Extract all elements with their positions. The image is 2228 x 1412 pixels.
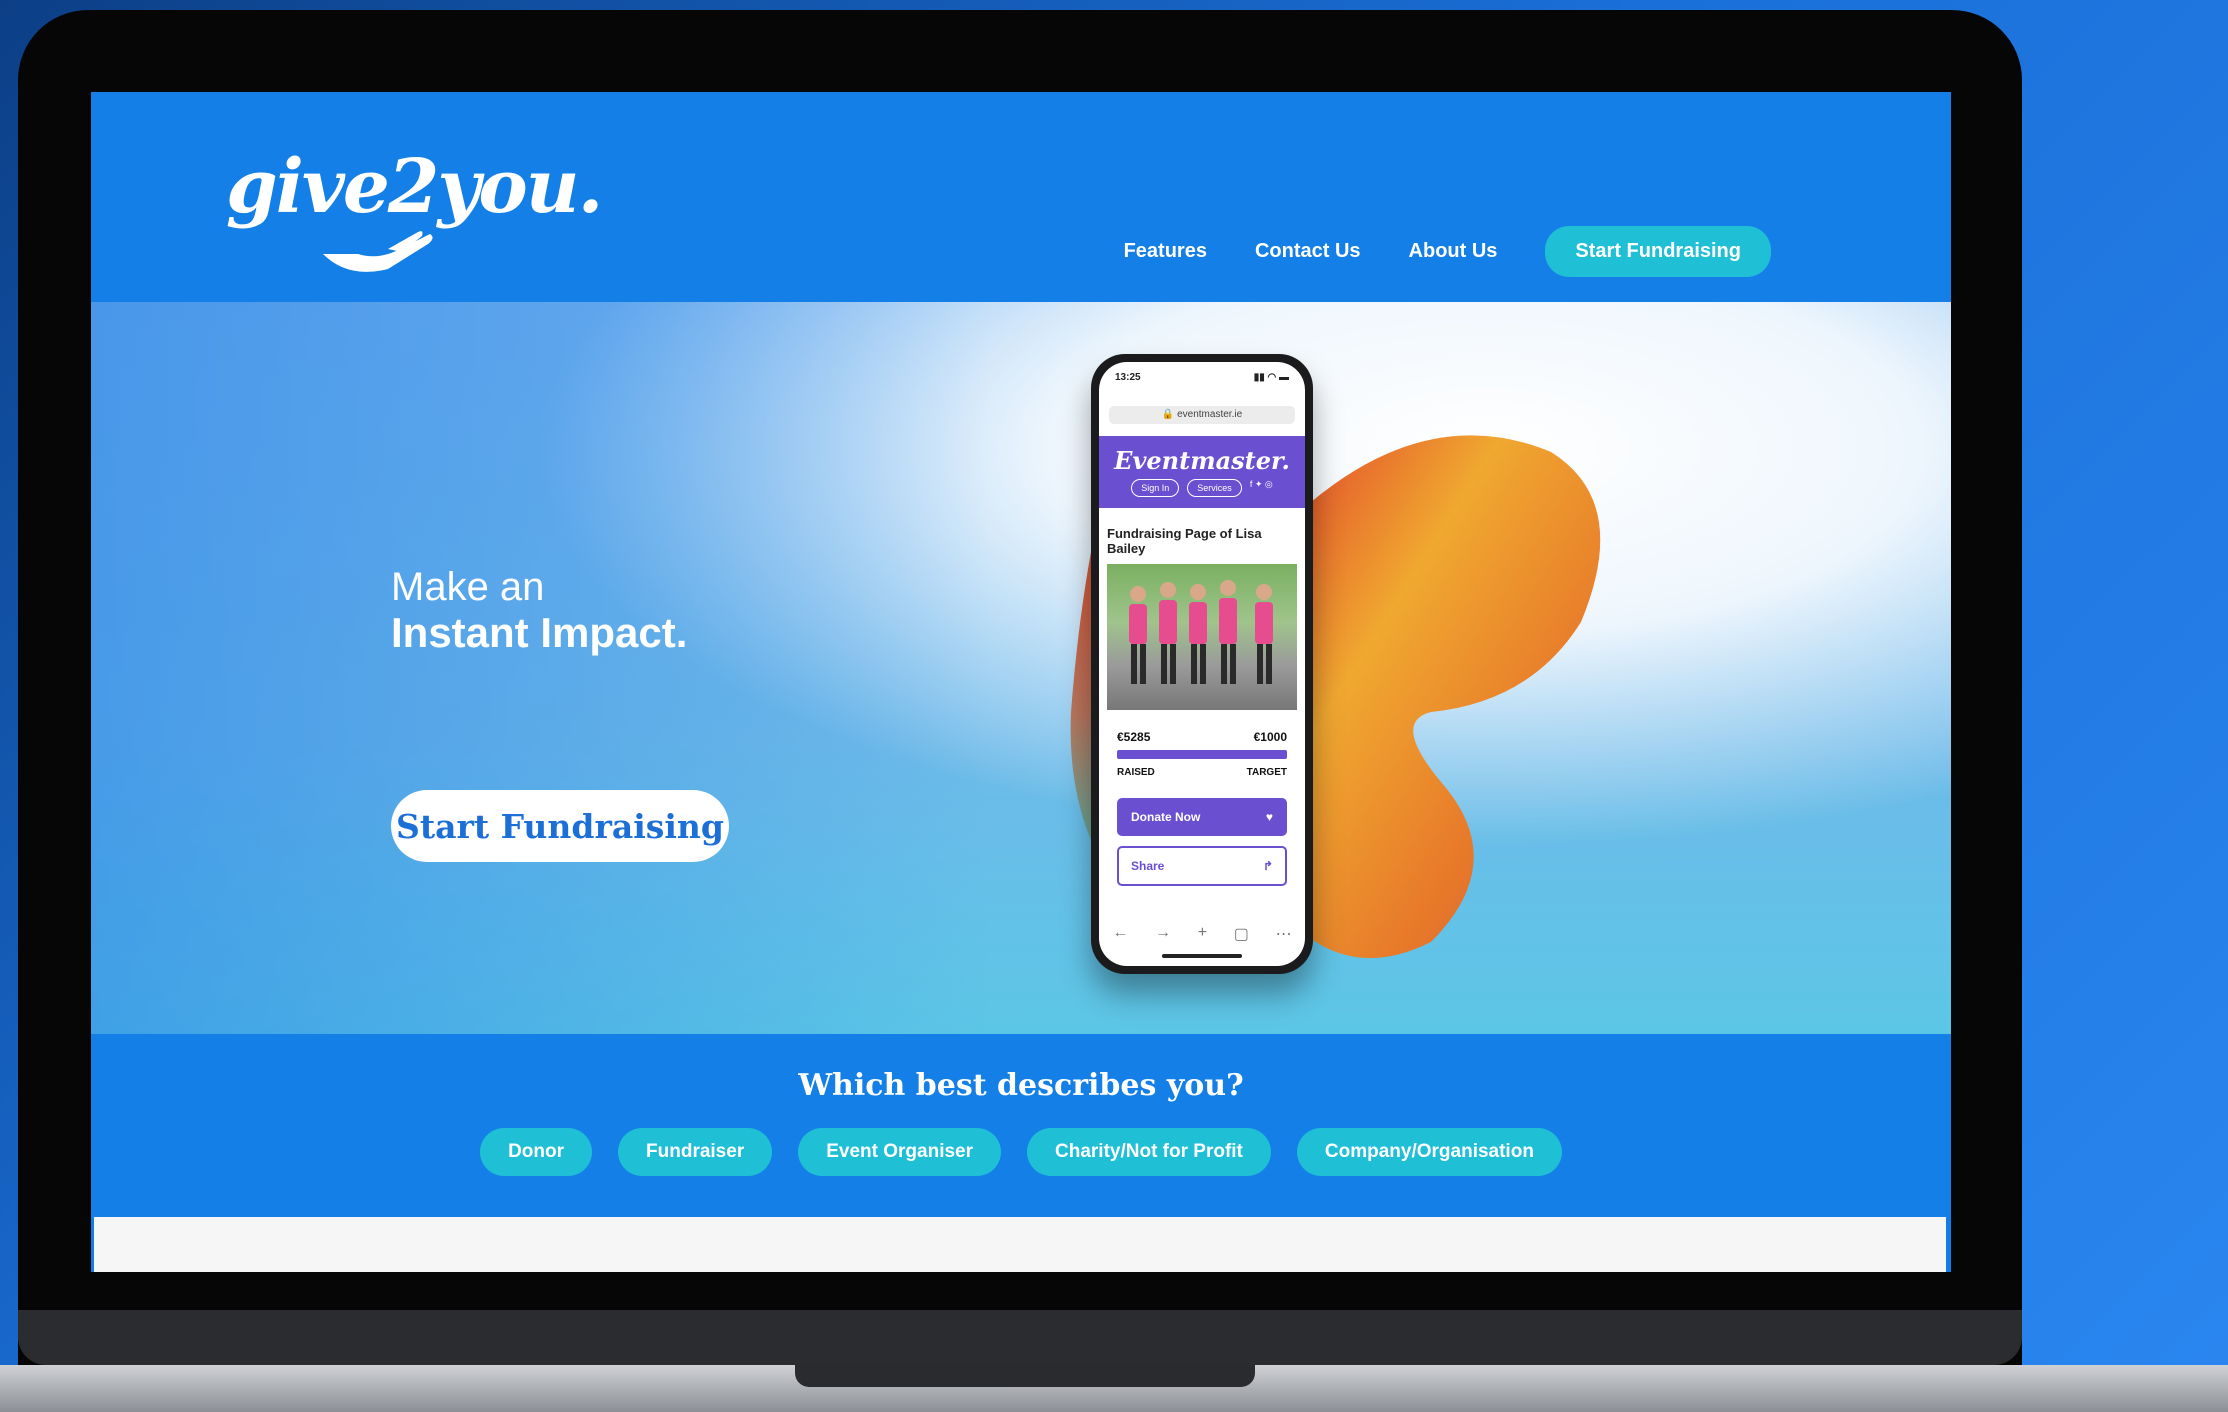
describe-section: Which best describes you? Donor Fundrais…: [91, 1034, 1951, 1217]
site-header: give2you. Features Contact Us About Us S…: [91, 92, 1951, 302]
back-icon: ←: [1112, 924, 1129, 941]
signal-icon: ▮▮ ◠ ▬: [1253, 372, 1289, 383]
hands-icon: [323, 231, 433, 272]
nav-contact-us[interactable]: Contact Us: [1255, 240, 1361, 263]
phone-brand-header: Eventmaster. Sign In Services f ✦ ◎: [1099, 436, 1305, 508]
phone-url-bar: 🔒 eventmaster.ie: [1109, 406, 1295, 424]
phone-amounts: €5285 €1000: [1099, 710, 1305, 750]
phone-amount-labels: RAISED TARGET: [1099, 759, 1305, 786]
hero-section: Make an Instant Impact. Start Fundraisin…: [91, 302, 1951, 1034]
more-icon: ⋯: [1275, 926, 1292, 943]
option-donor[interactable]: Donor: [480, 1128, 593, 1176]
laptop-hinge: [18, 1310, 2022, 1365]
runners-image: [1129, 580, 1273, 684]
hero-headline: Make an Instant Impact.: [391, 564, 687, 656]
raised-amount: €5285: [1117, 730, 1151, 744]
share-label: Share: [1131, 859, 1165, 873]
donate-label: Donate Now: [1131, 810, 1201, 824]
phone-sign-in: Sign In: [1131, 479, 1180, 497]
option-fundraiser[interactable]: Fundraiser: [618, 1128, 773, 1176]
laptop-notch: [795, 1365, 1255, 1387]
page-bottom-strip: [94, 1217, 1946, 1272]
headline-line1: Make an: [391, 565, 545, 609]
phone-screen: 13:25 ▮▮ ◠ ▬ 🔒 eventmaster.ie Eventmaste…: [1099, 362, 1305, 966]
website-screen: give2you. Features Contact Us About Us S…: [91, 92, 1951, 1272]
option-event-organiser[interactable]: Event Organiser: [798, 1128, 1001, 1176]
phone-runners-photo: [1107, 564, 1297, 710]
headline-line2: Instant Impact.: [391, 609, 688, 656]
target-amount: €1000: [1253, 730, 1287, 744]
phone-brand-pills: Sign In Services f ✦ ◎: [1099, 479, 1305, 497]
tabs-icon: ▢: [1233, 926, 1249, 943]
logo-text: give2you.: [226, 144, 603, 230]
lock-icon: 🔒: [1161, 409, 1175, 420]
nav-about-us[interactable]: About Us: [1409, 240, 1498, 263]
nav-start-fundraising-button[interactable]: Start Fundraising: [1545, 226, 1771, 277]
heart-icon: ♥: [1265, 810, 1273, 824]
phone-browser-toolbar: ← → + ▢ ⋯: [1099, 924, 1305, 944]
phone-page-title: Fundraising Page of Lisa Bailey: [1107, 526, 1262, 556]
share-arrow-icon: ↱: [1262, 859, 1273, 873]
forward-icon: →: [1155, 924, 1172, 941]
plus-icon: +: [1197, 924, 1208, 941]
progress-bar: [1117, 750, 1287, 759]
logo[interactable]: give2you.: [226, 124, 603, 289]
describe-options: Donor Fundraiser Event Organiser Charity…: [91, 1128, 1951, 1176]
raised-label: RAISED: [1117, 767, 1155, 778]
main-nav: Features Contact Us About Us Start Fundr…: [1124, 226, 1771, 277]
phone-url: eventmaster.ie: [1177, 409, 1243, 420]
phone-donate-button: Donate Now ♥: [1117, 798, 1287, 836]
nav-features[interactable]: Features: [1124, 240, 1207, 263]
hero-tint: [91, 302, 991, 1034]
phone-services: Services: [1187, 479, 1242, 497]
phone-brand-name: Eventmaster.: [1114, 446, 1290, 475]
social-icons: f ✦ ◎: [1249, 479, 1273, 489]
option-company[interactable]: Company/Organisation: [1296, 1128, 1562, 1176]
option-charity[interactable]: Charity/Not for Profit: [1027, 1128, 1271, 1176]
phone-share-button: Share ↱: [1117, 846, 1287, 886]
phone-time: 13:25: [1115, 372, 1141, 383]
phone-mockup: 13:25 ▮▮ ◠ ▬ 🔒 eventmaster.ie Eventmaste…: [1091, 354, 1313, 974]
describe-title: Which best describes you?: [798, 1068, 1244, 1103]
hero-start-fundraising-button[interactable]: Start Fundraising: [391, 790, 729, 862]
laptop-base: [0, 1310, 2228, 1412]
phone-home-indicator: [1162, 954, 1242, 958]
phone-status-bar: 13:25 ▮▮ ◠ ▬: [1099, 362, 1305, 406]
target-label: TARGET: [1246, 767, 1287, 778]
